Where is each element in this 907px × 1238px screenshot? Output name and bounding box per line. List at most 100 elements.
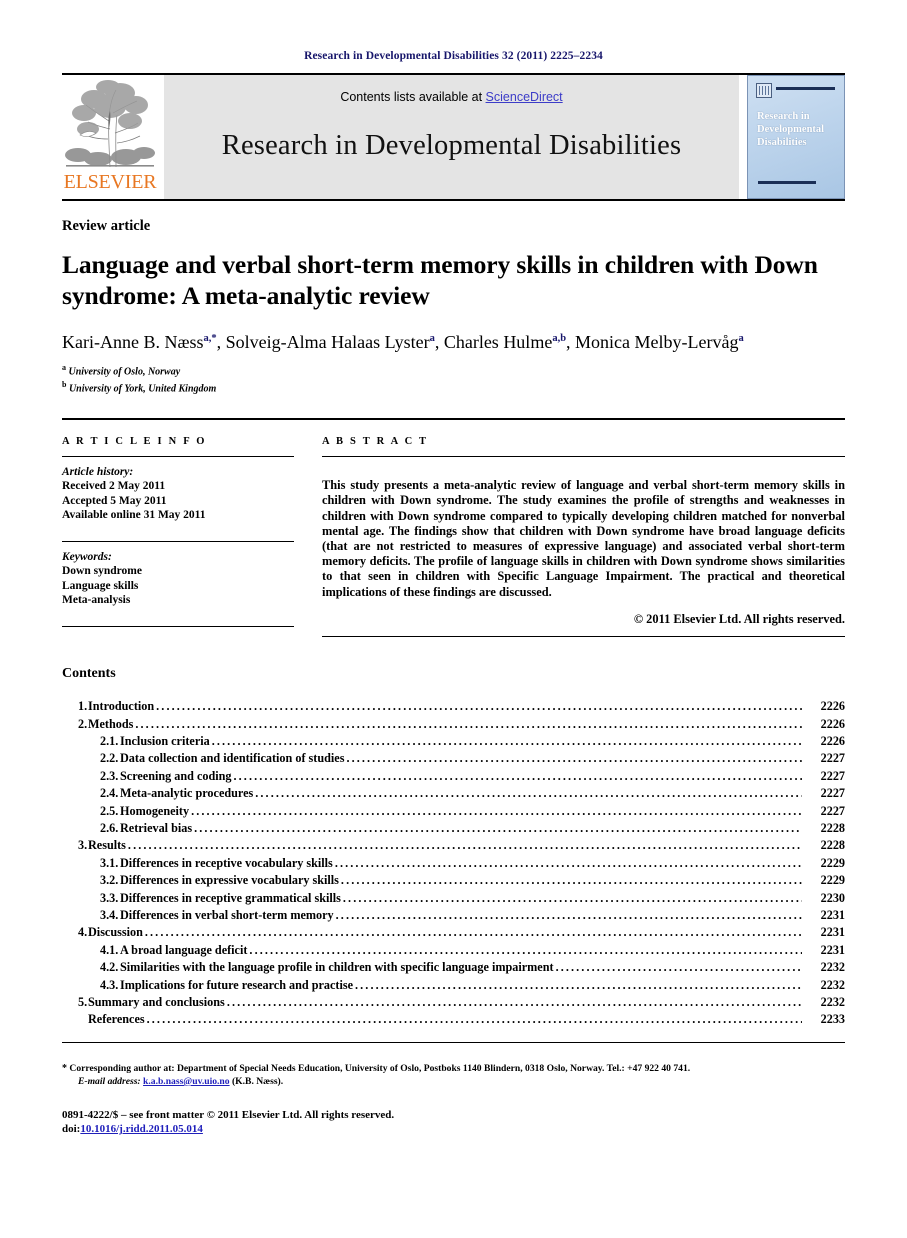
toc-entry-page: 2226 — [820, 716, 845, 731]
article-history-label: Article history: — [62, 465, 134, 478]
abstract-column: A B S T R A C T This study presents a me… — [322, 436, 845, 638]
toc-entry[interactable]: 3.4. Differences in verbal short-term mem… — [62, 907, 845, 924]
corresponding-author-note: * Corresponding author at: Department of… — [62, 1062, 845, 1088]
sciencedirect-link[interactable]: ScienceDirect — [486, 90, 563, 104]
toc-entry[interactable]: 3. Results...............................… — [62, 837, 845, 854]
toc-entry[interactable]: 1. Introduction..........................… — [62, 698, 845, 715]
elsevier-tree-icon — [64, 77, 156, 171]
toc-entry-page: 2229 — [820, 855, 845, 870]
author-marks-2: a — [429, 333, 435, 345]
doi-link[interactable]: 10.1016/j.ridd.2011.05.014 — [80, 1123, 203, 1135]
toc-entry[interactable]: 2.2. Data collection and identification o… — [62, 750, 845, 767]
toc-entry-page: 2228 — [820, 820, 845, 835]
toc-entry[interactable]: 3.2. Differences in expressive vocabulary… — [62, 872, 845, 889]
affiliation-a: a University of Oslo, Norway — [62, 362, 845, 379]
toc-entry-number: 1. — [78, 699, 88, 714]
toc-leader-dots: ........................................… — [346, 751, 802, 766]
toc-leader-dots: ........................................… — [249, 942, 802, 957]
toc-entry-number: 5. — [78, 995, 88, 1010]
toc-entry-number: 2.1. — [100, 733, 119, 748]
cover-rule-top — [776, 87, 835, 90]
toc-leader-dots: ........................................… — [340, 873, 802, 888]
keywords-bottom-rule — [62, 625, 294, 627]
toc-entry-page: 2228 — [820, 838, 845, 853]
toc-entry[interactable]: 4.2. Similarities with the language profi… — [62, 959, 845, 976]
toc-entry-label: Differences in receptive vocabulary skil… — [120, 855, 333, 870]
journal-article-page: Research in Developmental Disabilities 3… — [0, 0, 907, 1238]
toc-entry-page: 2226 — [820, 699, 845, 714]
toc-leader-dots: ........................................… — [255, 786, 802, 801]
toc-entry[interactable]: 4. Discussion............................… — [62, 924, 845, 941]
affiliation-text-b: University of York, United Kingdom — [68, 383, 217, 395]
journal-title: Research in Developmental Disabilities — [221, 130, 682, 161]
article-history-block: Article history: Received 2 May 2011 Acc… — [62, 457, 294, 523]
doi-label: doi: — [62, 1123, 81, 1136]
toc-entry[interactable]: 2.6. Retrieval bias......................… — [62, 820, 845, 837]
toc-entry[interactable]: References..............................… — [62, 1011, 845, 1028]
issn-front-matter: 0891-4222/$ – see front matter © 2011 El… — [62, 1108, 395, 1121]
author-name-4: Monica Melby-Lervåg — [575, 332, 739, 353]
toc-entry[interactable]: 2.4. Meta-analytic procedures............… — [62, 785, 845, 802]
toc-entry-label: References — [88, 1012, 145, 1027]
toc-entry[interactable]: 4.3. Implications for future research and… — [62, 977, 845, 994]
email-link[interactable]: k.a.b.nass@uv.uio.no — [143, 1076, 230, 1087]
toc-entry-label: Similarities with the language profile i… — [120, 960, 554, 975]
toc-entry-number: 2. — [78, 716, 88, 731]
toc-entry-number: 4.2. — [100, 960, 119, 975]
email-owner: (K.B. Næss). — [231, 1075, 284, 1087]
toc-entry[interactable]: 3.1. Differences in receptive vocabulary … — [62, 855, 845, 872]
toc-entry-page: 2231 — [820, 942, 845, 957]
toc-entry[interactable]: 2.3. Screening and coding................… — [62, 768, 845, 785]
abstract-text: This study presents a meta-analytic revi… — [322, 478, 845, 599]
toc-entry-label: Homogeneity — [120, 803, 190, 818]
toc-entry[interactable]: 3.3. Differences in receptive grammatical… — [62, 890, 845, 907]
toc-leader-dots: ........................................… — [127, 838, 802, 853]
toc-entry-label: Differences in expressive vocabulary ski… — [120, 873, 339, 888]
toc-leader-dots: ........................................… — [144, 925, 802, 940]
toc-entry-number: 4.3. — [100, 977, 119, 992]
affiliation-mark-b: b — [62, 379, 67, 389]
toc-entry-label: Data collection and identification of st… — [120, 751, 345, 766]
info-abstract-section: A R T I C L E I N F O Article history: R… — [62, 436, 845, 638]
article-title: Language and verbal short-term memory sk… — [62, 250, 818, 310]
affiliation-text-a: University of Oslo, Norway — [68, 366, 181, 378]
toc-entry-label: Differences in receptive grammatical ski… — [120, 890, 341, 905]
journal-cover-thumbnail[interactable]: Research in Developmental Disabilities — [747, 75, 845, 199]
affiliations: a University of Oslo, Norway b Universit… — [62, 362, 845, 396]
toc-entry-page: 2227 — [820, 751, 845, 766]
toc-entry-label: A broad language deficit — [120, 942, 248, 957]
cover-emblem-icon — [756, 83, 772, 98]
toc-entry[interactable]: 4.1. A broad language deficit............… — [62, 942, 845, 959]
author-marks-4: a — [738, 333, 744, 345]
affiliation-b: b University of York, United Kingdom — [62, 379, 845, 396]
email-line: E-mail address: k.a.b.nass@uv.uio.no (K.… — [62, 1075, 845, 1088]
toc-entry-label: Summary and conclusions — [88, 995, 225, 1010]
toc-entry[interactable]: 2.5. Homogeneity.........................… — [62, 803, 845, 820]
elsevier-logo: ELSEVIER — [62, 75, 158, 199]
toc-entry-number: 3.1. — [100, 855, 119, 870]
journal-masthead: ELSEVIER Contents lists available at Sci… — [62, 75, 845, 199]
toc-entry-number: 4.1. — [100, 942, 119, 957]
abstract-bottom-rule — [322, 636, 845, 638]
toc-entry-label: Discussion — [88, 925, 143, 940]
keywords-label: Keywords: — [62, 550, 112, 563]
toc-entry[interactable]: 2.1. Inclusion criteria..................… — [62, 733, 845, 750]
article-info-column: A R T I C L E I N F O Article history: R… — [62, 436, 294, 637]
toc-entry-page: 2230 — [820, 890, 845, 905]
history-online: Available online 31 May 2011 — [62, 509, 206, 522]
author-name-2: Solveig-Alma Halaas Lyster — [225, 332, 430, 353]
toc-entry-number: 2.6. — [100, 820, 119, 835]
toc-leader-dots: ........................................… — [355, 977, 802, 992]
toc-entry-page: 2233 — [820, 1012, 845, 1027]
article-type: Review article — [62, 218, 151, 234]
toc-entry-page: 2231 — [820, 908, 845, 923]
toc-leader-dots: ........................................… — [135, 716, 802, 731]
toc-entry[interactable]: 2. Methods...............................… — [62, 716, 845, 733]
keyword-2: Language skills — [62, 579, 139, 592]
toc-entry[interactable]: 5. Summary and conclusions...............… — [62, 994, 845, 1011]
author-marks-3: a,b — [552, 333, 567, 345]
running-head: Research in Developmental Disabilities 3… — [304, 50, 603, 62]
author-marks-1: a,* — [203, 333, 217, 345]
toc-entry-label: Differences in verbal short-term memory — [120, 908, 334, 923]
